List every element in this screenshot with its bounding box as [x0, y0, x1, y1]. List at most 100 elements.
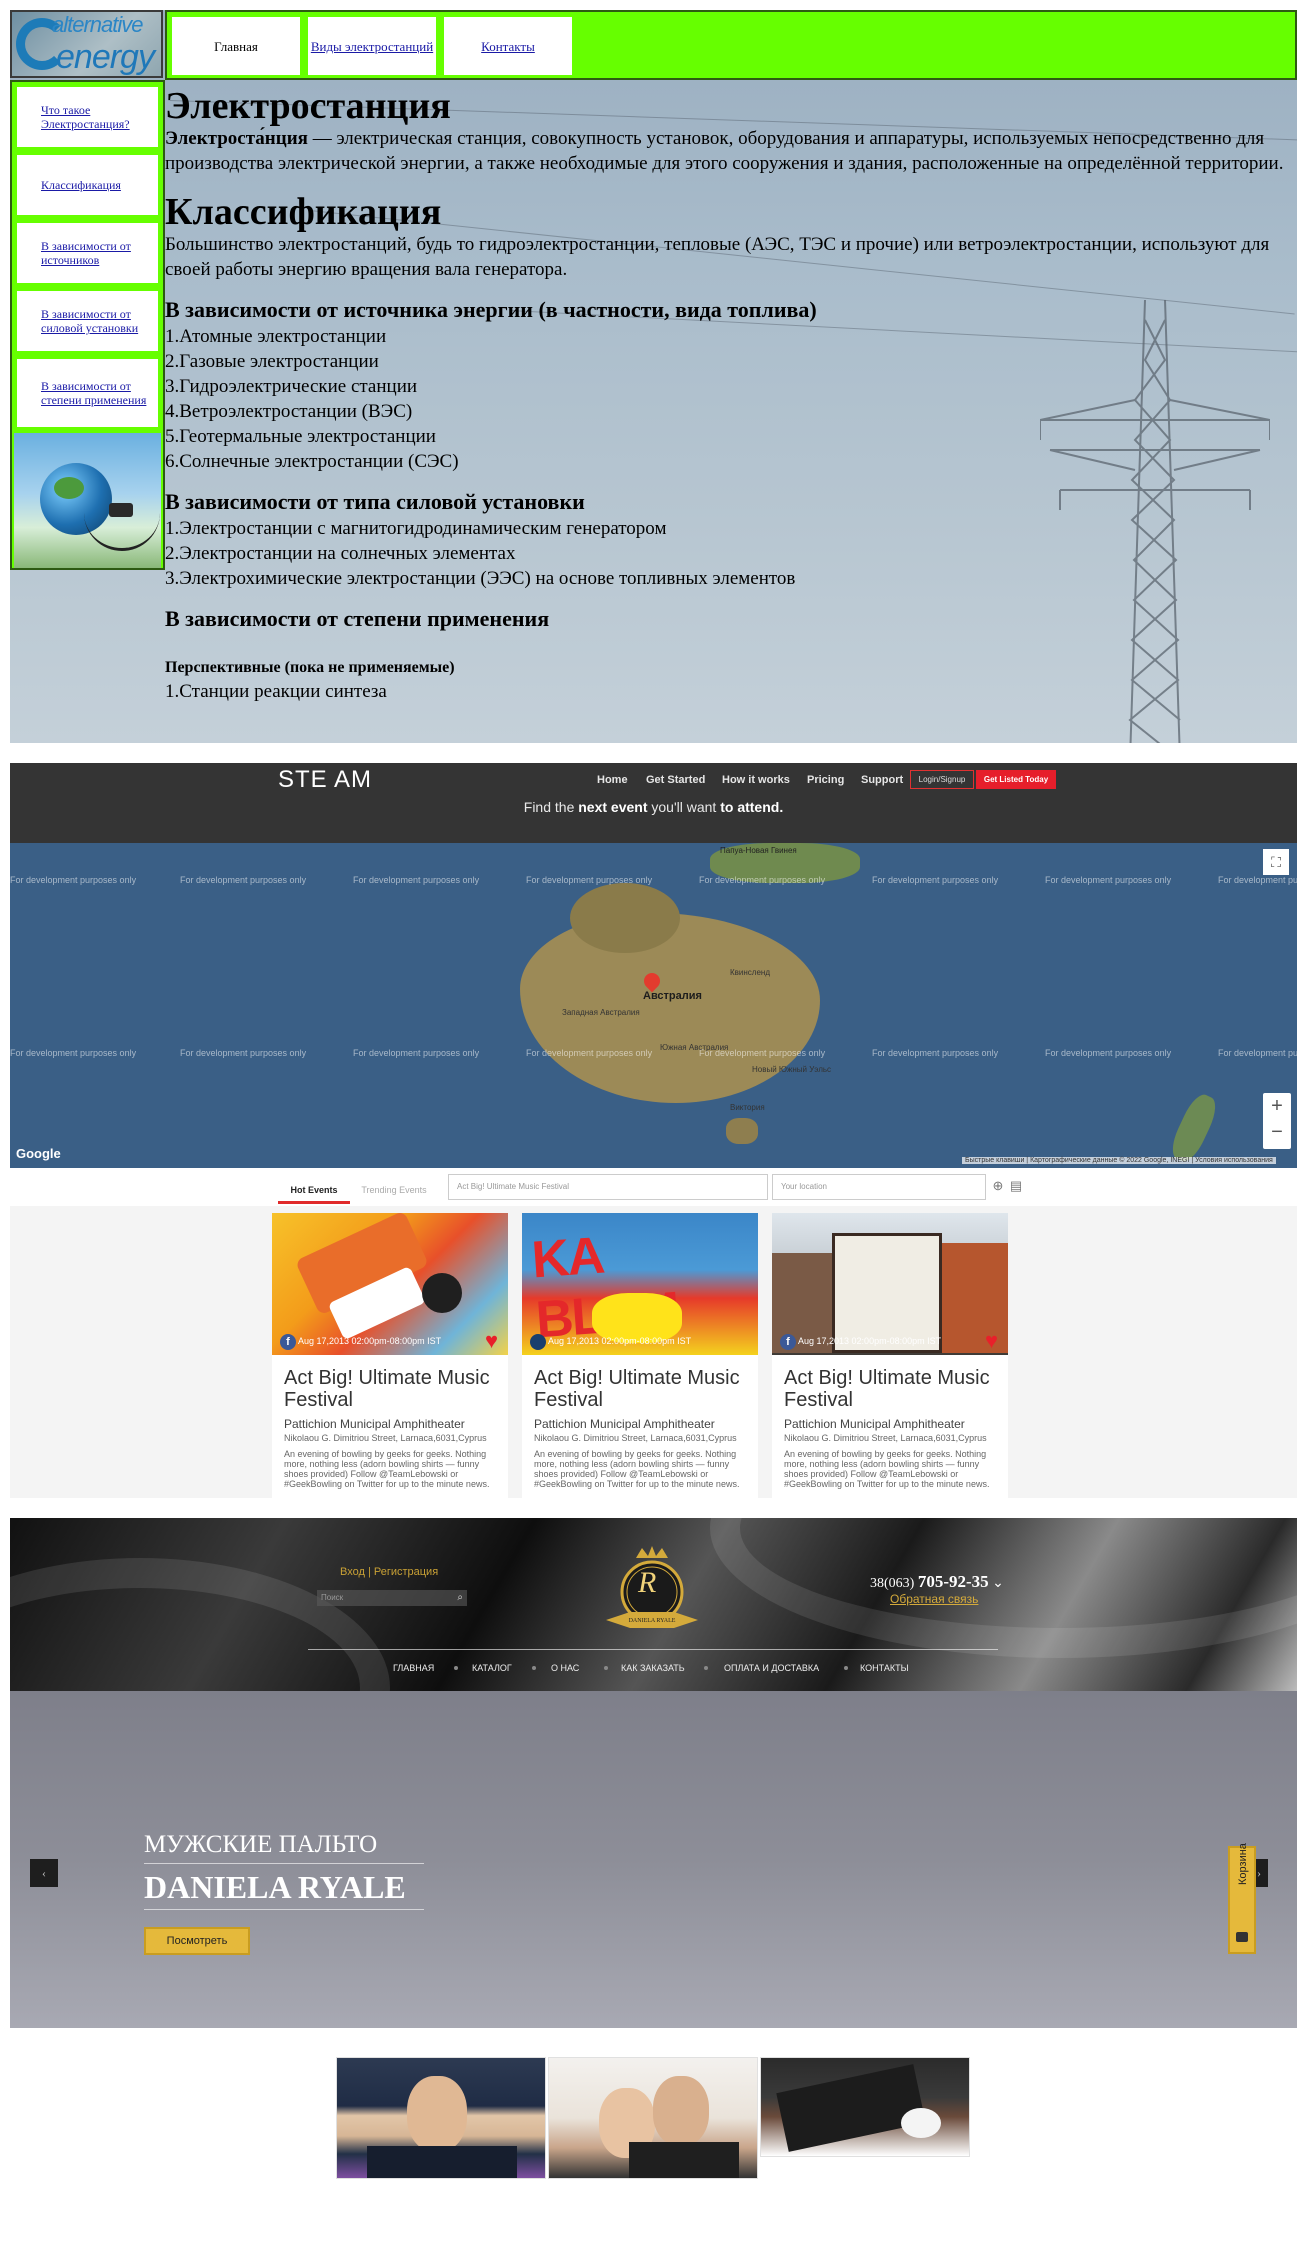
nav-plant-types[interactable]: Виды электростанций: [305, 14, 439, 78]
intro-term: Электроста́нция: [165, 128, 308, 149]
login-register-link[interactable]: Вход | Регистрация: [340, 1566, 438, 1578]
event-card[interactable]: f Aug 17,2013 02:00pm-08:00pm IST ♥ Act …: [272, 1213, 508, 1498]
search-input[interactable]: Поиск ⌕: [317, 1590, 467, 1606]
event-map[interactable]: For development purposes only For develop…: [10, 843, 1297, 1168]
sidebar-item-by-usage[interactable]: В зависимости от степени применения: [14, 356, 161, 430]
facebook-icon[interactable]: f: [280, 1334, 296, 1350]
zoom-control[interactable]: + −: [1263, 1093, 1291, 1149]
map-watermark: For development purposes only: [526, 875, 653, 885]
nav-how-to-order[interactable]: КАК ЗАКАЗАТЬ: [621, 1663, 685, 1673]
calendar-icon[interactable]: ▤: [1008, 1178, 1024, 1194]
slider-prev-button[interactable]: ‹: [30, 1859, 58, 1887]
menu-get-started[interactable]: Get Started: [646, 774, 705, 786]
google-logo: Google: [16, 1146, 61, 1161]
photo-shape: [407, 2076, 467, 2152]
event-venue: Pattichion Municipal Amphitheater: [284, 1417, 465, 1431]
favorite-heart-icon[interactable]: ♥: [985, 1330, 998, 1352]
get-listed-button[interactable]: Get Listed Today: [976, 770, 1056, 789]
nav-home[interactable]: Главная: [169, 14, 303, 78]
map-watermark: For development purposes only: [10, 875, 137, 885]
locate-icon[interactable]: ⊕: [990, 1178, 1006, 1194]
nav-separator: [532, 1666, 536, 1670]
event-title[interactable]: Act Big! Ultimate Music Festival: [534, 1367, 748, 1411]
energy-page: alternative energy Главная Виды электрос…: [10, 10, 1297, 743]
facebook-icon[interactable]: [530, 1334, 546, 1350]
nav-contacts[interactable]: Контакты: [441, 14, 575, 78]
menu-support[interactable]: Support: [861, 774, 903, 786]
map-terms[interactable]: Быстрые клавиши | Картографические данны…: [962, 1157, 1276, 1164]
steam-page: STE AM Home Get Started How it works Pri…: [10, 763, 1297, 1498]
map-label-small: Новый Южный Уэльс: [752, 1065, 832, 1074]
heading-by-installation: В зависимости от типа силовой установки: [165, 489, 585, 514]
list-item: 2.Газовые электростанции: [165, 351, 379, 372]
map-watermark: For development purposes only: [353, 875, 480, 885]
event-card[interactable]: f Aug 17,2013 02:00pm-08:00pm IST ♥ Act …: [772, 1213, 1008, 1498]
brand-logo[interactable]: STE AM: [278, 766, 372, 794]
zoom-out-button[interactable]: −: [1263, 1119, 1291, 1145]
cart-label: Корзина: [1237, 1843, 1249, 1885]
sidebar-item-by-source[interactable]: В зависимости от источников: [14, 220, 161, 286]
location-input[interactable]: Your location: [772, 1174, 986, 1200]
hero-subtitle: МУЖСКИЕ ПАЛЬТО: [144, 1831, 378, 1858]
view-button[interactable]: Посмотреть: [144, 1927, 250, 1955]
emblem-letter: R: [638, 1566, 657, 1599]
menu-pricing[interactable]: Pricing: [807, 774, 844, 786]
sidebar: Что такое Электростанция? Классификация …: [10, 80, 165, 570]
event-card[interactable]: KA BLAM Aug 17,2013 02:00pm-08:00pm IST …: [522, 1213, 758, 1498]
tagline: Find the next event you'll want to atten…: [10, 799, 1297, 815]
header: Вход | Регистрация Поиск ⌕ R DANIELA RYAL…: [10, 1518, 1297, 1818]
sidebar-item-what-is[interactable]: Что такое Электростанция?: [14, 84, 161, 150]
nav-payment-delivery[interactable]: ОПЛАТА И ДОСТАВКА: [724, 1663, 819, 1673]
login-signup-button[interactable]: Login/Signup: [910, 770, 974, 789]
phone-number[interactable]: 38(063) 705-92-35 ⌄: [870, 1572, 1004, 1592]
map-watermark: For development purposes only: [1218, 1048, 1297, 1058]
list-item: 1.Электростанции с магнитогидродинамичес…: [165, 518, 667, 539]
list-item: 3.Электрохимические электростанции (ЭЭС)…: [165, 568, 796, 589]
nav-separator: [704, 1666, 708, 1670]
product-thumbnail[interactable]: [760, 2057, 970, 2157]
map-land: [726, 1118, 758, 1144]
list-item: 1.Станции реакции синтеза: [165, 681, 387, 702]
event-title[interactable]: Act Big! Ultimate Music Festival: [784, 1367, 998, 1411]
nav-contacts[interactable]: КОНТАКТЫ: [860, 1663, 909, 1673]
nav-about[interactable]: О НАС: [551, 1663, 579, 1673]
favorite-heart-icon[interactable]: ♥: [485, 1330, 498, 1352]
fullscreen-icon[interactable]: ⛶: [1263, 849, 1289, 875]
site-logo[interactable]: alternative energy: [10, 10, 163, 78]
hero-divider: [144, 1909, 424, 1910]
logo-text-bottom: energy: [56, 38, 155, 76]
tab-trending-events[interactable]: Trending Events: [354, 1180, 434, 1204]
sidebar-item-by-installation[interactable]: В зависимости от силовой установки: [14, 288, 161, 354]
chevron-down-icon[interactable]: ⌄: [992, 1576, 1004, 1591]
product-thumbnail[interactable]: [336, 2057, 546, 2179]
nav-separator: [604, 1666, 608, 1670]
map-watermark: For development purposes only: [10, 1048, 137, 1058]
menu-how-it-works[interactable]: How it works: [722, 774, 790, 786]
map-land: [1166, 1090, 1222, 1166]
tagline-pre: Find the: [523, 799, 579, 815]
event-search-input[interactable]: Act Big! Ultimate Music Festival: [448, 1174, 768, 1200]
event-title[interactable]: Act Big! Ultimate Music Festival: [284, 1367, 498, 1411]
nav-separator: [844, 1666, 848, 1670]
menu-home[interactable]: Home: [597, 774, 628, 786]
product-thumbnail[interactable]: [548, 2057, 758, 2179]
phone-prefix: 38(063): [870, 1576, 918, 1591]
building-shape: [942, 1243, 1008, 1353]
map-watermark: For development purposes only: [180, 1048, 307, 1058]
tab-hot-events[interactable]: Hot Events: [278, 1180, 350, 1204]
intro-definition: — электрическая станция, совокупность ус…: [165, 128, 1284, 174]
photo-shape: [629, 2142, 739, 2178]
sidebar-item-classification[interactable]: Классификация: [14, 152, 161, 218]
cart-button[interactable]: Корзина: [1228, 1843, 1256, 1954]
map-label-small: Квинсленд: [730, 968, 770, 977]
phone-digits: 705-92-35: [917, 1572, 989, 1591]
kablam-artwork: KA BLAM: [529, 1226, 680, 1350]
search-icon[interactable]: ⌕: [457, 1590, 463, 1606]
zoom-in-button[interactable]: +: [1263, 1093, 1291, 1119]
nav-home[interactable]: ГЛАВНАЯ: [393, 1663, 434, 1673]
nav-catalog[interactable]: КАТАЛОГ: [472, 1663, 512, 1673]
hero-slider: ‹ МУЖСКИЕ ПАЛЬТО DANIELA RYALE Посмотрет…: [10, 1691, 1297, 2028]
callback-link[interactable]: Обратная связь: [890, 1592, 978, 1606]
facebook-icon[interactable]: f: [780, 1334, 796, 1350]
tagline-bold2: to attend.: [720, 799, 784, 815]
